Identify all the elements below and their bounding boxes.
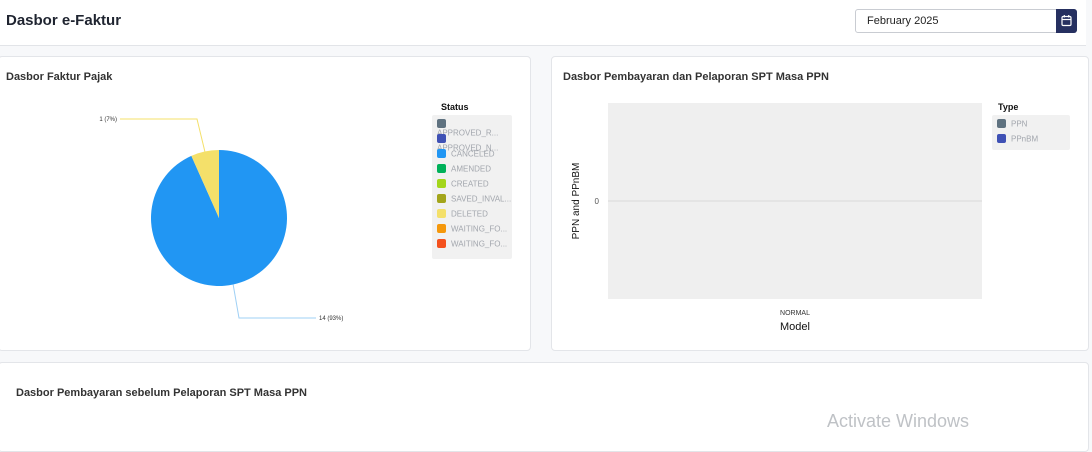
legend-swatch	[437, 239, 446, 249]
legend-swatch	[437, 149, 446, 159]
status-legend-title: Status	[441, 102, 469, 112]
legend-label: DELETED	[451, 209, 488, 219]
ppn-card: Dasbor Pembayaran dan Pelaporan SPT Masa…	[551, 56, 1089, 351]
ppn-bar-chart: 0 NORMAL Model PPN and PPnBM	[571, 103, 982, 333]
y-axis-label: PPN and PPnBM	[571, 163, 582, 240]
status-legend: Status APPROVED_R... APPROVED_N... CANCELE…	[432, 102, 512, 259]
faktur-pajak-card: Dasbor Faktur Pajak 14 (93%) 1 (7%) Statu…	[0, 56, 531, 351]
legend-swatch	[437, 179, 446, 189]
legend-label: PPN	[1011, 119, 1028, 129]
pie-leader-line	[120, 118, 206, 152]
legend-label: WAITING_FO...	[451, 224, 508, 234]
status-legend-item[interactable]: CANCELED	[437, 149, 495, 161]
status-legend-item[interactable]: WAITING_FO...	[437, 224, 507, 236]
before-reporting-card: Dasbor Pembayaran sebelum Pelaporan SPT …	[0, 362, 1089, 452]
legend-swatch	[997, 119, 1006, 129]
status-legend-item[interactable]: APPROVED_N...	[437, 134, 512, 153]
windows-activation-watermark: Activate Windows	[827, 411, 970, 431]
calendar-button[interactable]	[1056, 9, 1077, 33]
calendar-icon	[1061, 15, 1072, 27]
ppn-card-title: Dasbor Pembayaran dan Pelaporan SPT Masa…	[563, 71, 829, 83]
legend-label: SAVED_INVAL...	[451, 194, 512, 204]
legend-swatch	[997, 134, 1006, 144]
y-tick-label: 0	[595, 197, 600, 206]
legend-swatch	[437, 119, 446, 129]
legend-label: PPnBM	[1011, 134, 1039, 144]
legend-label: AMENDED	[451, 164, 492, 174]
status-legend-item[interactable]: APPROVED_R...	[437, 119, 512, 138]
x-axis-label: Model	[780, 321, 810, 333]
month-picker[interactable]: February 2025	[855, 9, 1077, 33]
x-tick-label: NORMAL	[780, 310, 810, 317]
legend-label: CREATED	[451, 179, 489, 189]
legend-swatch	[437, 209, 446, 219]
status-legend-item[interactable]: AMENDED	[437, 164, 491, 176]
faktur-pajak-title: Dasbor Faktur Pajak	[6, 71, 113, 83]
status-legend-item[interactable]: CREATED	[437, 179, 489, 191]
status-legend-item[interactable]: DELETED	[437, 209, 488, 221]
month-picker-value: February 2025	[867, 15, 939, 27]
legend-swatch	[437, 134, 446, 144]
type-legend: Type PPN PPnBM	[992, 102, 1070, 150]
pie-data-label: 1 (7%)	[99, 117, 117, 123]
status-legend-item[interactable]: SAVED_INVAL...	[437, 194, 511, 206]
type-legend-item[interactable]: PPN	[997, 119, 1027, 131]
header-bar: Dasbor e-Faktur February 2025	[0, 0, 1086, 46]
legend-label: CANCELED	[451, 149, 495, 159]
legend-swatch	[437, 194, 446, 204]
faktur-pie-chart: 14 (93%) 1 (7%)	[99, 117, 343, 322]
before-reporting-title: Dasbor Pembayaran sebelum Pelaporan SPT …	[16, 387, 308, 399]
legend-swatch	[437, 164, 446, 174]
legend-label: WAITING_FO...	[451, 239, 508, 249]
page-title: Dasbor e-Faktur	[6, 12, 122, 29]
type-legend-title: Type	[998, 102, 1019, 112]
pie-data-label: 14 (93%)	[319, 316, 343, 322]
pie-leader-line	[232, 284, 316, 319]
type-legend-item[interactable]: PPnBM	[997, 134, 1038, 146]
legend-swatch	[437, 224, 446, 234]
status-legend-item[interactable]: WAITING_FO...	[437, 239, 507, 251]
